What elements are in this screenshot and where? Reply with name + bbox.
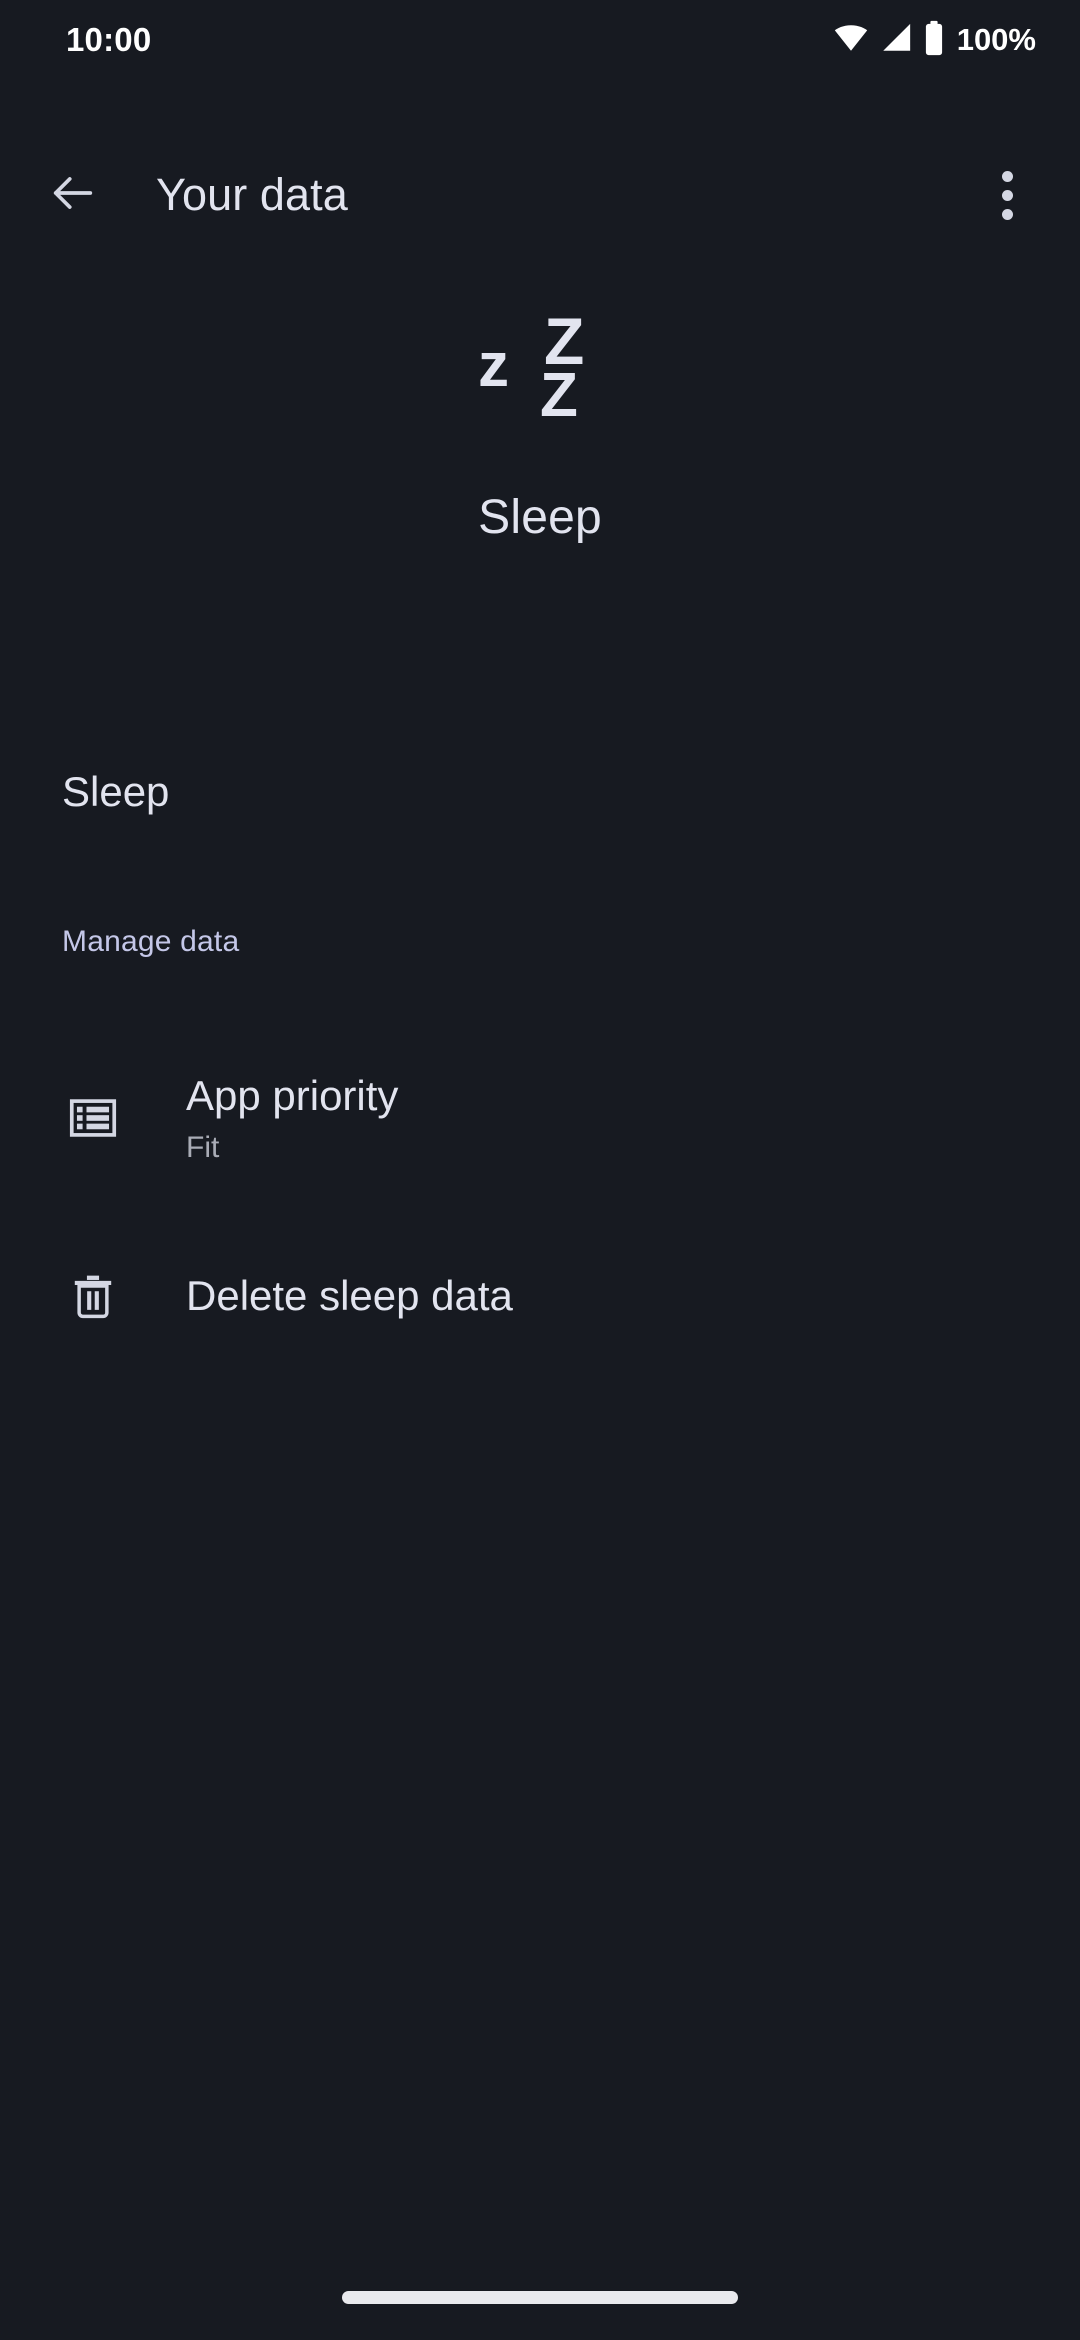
phone-screen: 10:00 100% Your data Z z Z Sleep Sleep M…	[0, 0, 1080, 2340]
battery-percent-label: 100%	[956, 22, 1036, 57]
section-header-manage-data: Manage data	[62, 925, 240, 958]
trash-delete-icon	[62, 1265, 124, 1327]
svg-text:Z: Z	[540, 361, 578, 430]
back-button[interactable]	[18, 140, 128, 250]
cell-signal-icon	[878, 21, 914, 60]
row-app-priority[interactable]: App priority Fit	[0, 1042, 1080, 1194]
hero-section: Z z Z Sleep	[0, 300, 1080, 545]
list-item-sleep[interactable]: Sleep	[0, 748, 1080, 836]
overflow-menu-button[interactable]	[952, 140, 1062, 250]
view-list-icon	[62, 1087, 124, 1149]
sleep-zzz-icon: Z z Z	[460, 300, 620, 440]
row-subtitle: Fit	[186, 1130, 220, 1164]
row-title: App priority	[186, 1072, 399, 1120]
overflow-dot	[1001, 189, 1013, 201]
back-arrow-icon	[47, 167, 99, 224]
wifi-icon	[832, 21, 870, 60]
row-delete-sleep-data[interactable]: Delete sleep data	[0, 1236, 1080, 1356]
status-bar: 10:00 100%	[0, 0, 1080, 80]
home-gesture-pill[interactable]	[342, 2291, 738, 2304]
hero-title: Sleep	[478, 491, 602, 544]
overflow-menu-icon	[1001, 170, 1013, 220]
svg-text:z: z	[478, 331, 509, 400]
page-title: Your data	[156, 169, 348, 220]
overflow-dot	[1001, 208, 1013, 220]
overflow-dot	[1001, 170, 1013, 182]
row-text-group: Delete sleep data	[186, 1272, 513, 1320]
battery-full-icon	[922, 20, 946, 61]
row-title: Delete sleep data	[186, 1271, 513, 1319]
list-item-label: Sleep	[62, 768, 170, 815]
status-bar-clock: 10:00	[66, 21, 152, 58]
row-text-group: App priority Fit	[186, 1072, 398, 1163]
app-bar: Your data	[0, 136, 1080, 254]
status-bar-icons: 100%	[832, 20, 1036, 61]
